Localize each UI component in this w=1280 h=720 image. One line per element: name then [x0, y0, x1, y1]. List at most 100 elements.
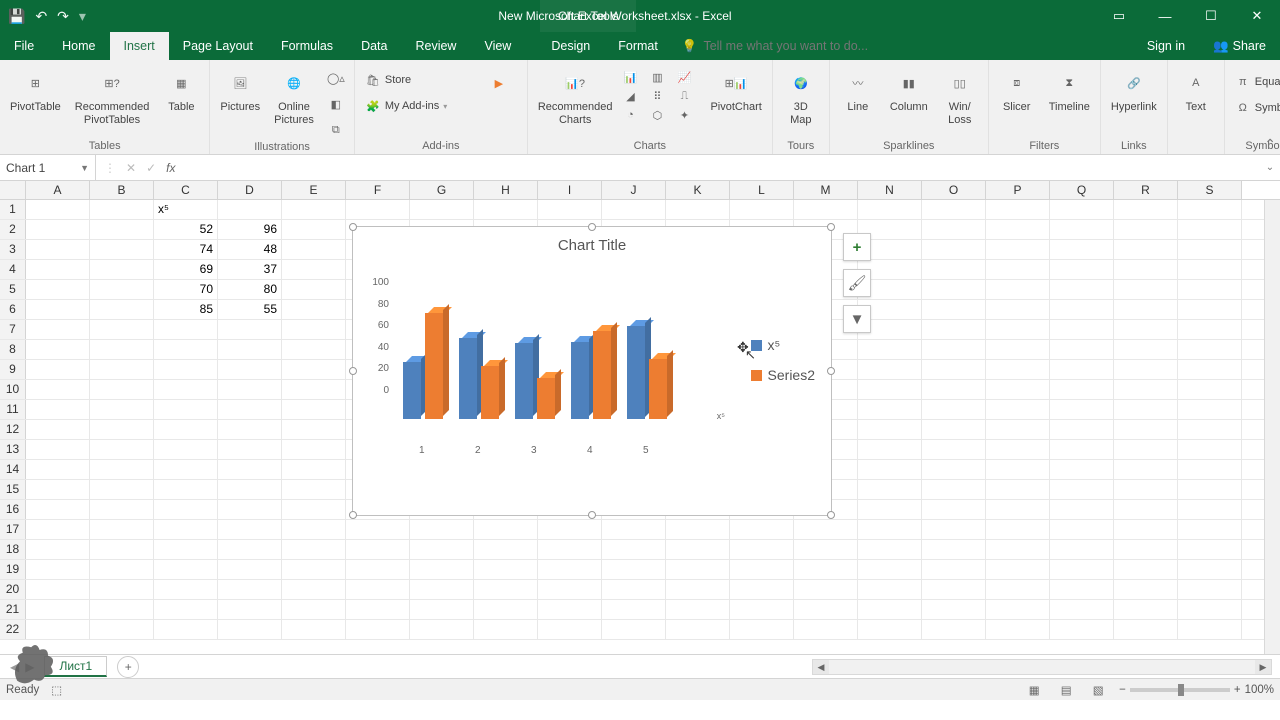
cell[interactable] [986, 540, 1050, 559]
cell[interactable] [346, 560, 410, 579]
column-header[interactable]: D [218, 181, 282, 199]
page-layout-view-icon[interactable]: ▤ [1055, 681, 1077, 699]
zoom-out-icon[interactable]: − [1119, 684, 1126, 696]
recommended-pivottables-button[interactable]: ⊞?Recommended PivotTables [71, 65, 154, 128]
normal-view-icon[interactable]: ▦ [1023, 681, 1045, 699]
cell[interactable] [1114, 280, 1178, 299]
pivotchart-button[interactable]: ⊞📊PivotChart [706, 65, 765, 116]
cell[interactable] [90, 480, 154, 499]
cell[interactable] [986, 360, 1050, 379]
cell[interactable] [986, 200, 1050, 219]
cell[interactable] [1178, 400, 1242, 419]
cell[interactable] [730, 540, 794, 559]
column-header[interactable]: O [922, 181, 986, 199]
chart-bar[interactable] [459, 338, 477, 419]
slicer-button[interactable]: ⧈Slicer [995, 65, 1039, 116]
tab-format[interactable]: Format [604, 32, 672, 60]
cell[interactable] [730, 520, 794, 539]
cell[interactable] [26, 580, 90, 599]
cell[interactable] [474, 200, 538, 219]
shapes-button[interactable]: ◯▵ [324, 67, 348, 89]
column-header[interactable]: G [410, 181, 474, 199]
redo-icon[interactable]: ↷ [57, 8, 69, 25]
cell[interactable] [90, 620, 154, 639]
cell[interactable] [1114, 340, 1178, 359]
cell[interactable] [218, 360, 282, 379]
chart-bar[interactable] [627, 326, 645, 420]
column-chart-icon[interactable]: 📊 [622, 69, 638, 85]
timeline-button[interactable]: ⧗Timeline [1045, 65, 1094, 116]
cell[interactable] [346, 200, 410, 219]
cell[interactable] [282, 580, 346, 599]
cell[interactable] [1050, 300, 1114, 319]
zoom-level[interactable]: 100% [1245, 684, 1274, 696]
cell[interactable] [90, 200, 154, 219]
cell[interactable] [986, 300, 1050, 319]
cell[interactable] [922, 240, 986, 259]
cell[interactable] [26, 280, 90, 299]
cell[interactable] [282, 400, 346, 419]
cell[interactable] [90, 220, 154, 239]
cell[interactable] [858, 600, 922, 619]
cell[interactable] [346, 620, 410, 639]
cell[interactable] [1050, 320, 1114, 339]
cell[interactable] [922, 560, 986, 579]
row-header[interactable]: 3 [0, 240, 26, 259]
cell[interactable] [1050, 420, 1114, 439]
cell[interactable] [282, 220, 346, 239]
expand-formula-bar-icon[interactable]: ⌄ [1260, 162, 1280, 173]
cell[interactable] [26, 560, 90, 579]
cell[interactable] [282, 500, 346, 519]
table-button[interactable]: ▦Table [159, 65, 203, 116]
cell[interactable] [26, 380, 90, 399]
chart-elements-button[interactable]: + [843, 233, 871, 261]
cell[interactable] [90, 360, 154, 379]
smartart-button[interactable]: ◧ [324, 93, 348, 115]
cell[interactable] [90, 580, 154, 599]
cell[interactable] [666, 620, 730, 639]
cell[interactable] [986, 240, 1050, 259]
cell[interactable] [986, 500, 1050, 519]
cell[interactable] [730, 560, 794, 579]
cell[interactable] [90, 300, 154, 319]
cell[interactable] [26, 520, 90, 539]
cell[interactable] [666, 200, 730, 219]
minimize-icon[interactable]: — [1142, 0, 1188, 32]
chart-bar[interactable] [515, 343, 533, 419]
cell[interactable] [218, 580, 282, 599]
cell[interactable] [1178, 580, 1242, 599]
store-button[interactable]: 🛍Store [361, 69, 471, 91]
cell[interactable] [922, 220, 986, 239]
chart-bar[interactable] [571, 342, 589, 419]
cell[interactable] [282, 240, 346, 259]
save-icon[interactable]: 💾 [8, 8, 25, 25]
cell[interactable] [1050, 600, 1114, 619]
cell[interactable] [666, 520, 730, 539]
cell[interactable] [218, 400, 282, 419]
cell[interactable] [538, 540, 602, 559]
cell[interactable] [858, 440, 922, 459]
row-header[interactable]: 7 [0, 320, 26, 339]
horizontal-scrollbar[interactable]: ◀▶ [812, 659, 1272, 675]
cell[interactable] [986, 620, 1050, 639]
cell[interactable] [1178, 380, 1242, 399]
cell[interactable] [154, 580, 218, 599]
ribbon-options-icon[interactable]: ▭ [1096, 0, 1142, 32]
cell[interactable] [1178, 220, 1242, 239]
cell[interactable] [346, 600, 410, 619]
tab-data[interactable]: Data [347, 32, 401, 60]
cell[interactable] [1050, 460, 1114, 479]
cell[interactable] [538, 520, 602, 539]
cell[interactable] [922, 480, 986, 499]
cell[interactable] [986, 260, 1050, 279]
cell[interactable] [986, 420, 1050, 439]
column-header[interactable]: C [154, 181, 218, 199]
resize-handle[interactable] [349, 223, 357, 231]
cell[interactable] [1114, 380, 1178, 399]
column-header[interactable]: B [90, 181, 154, 199]
cell[interactable] [1050, 400, 1114, 419]
cell[interactable] [154, 460, 218, 479]
cell[interactable] [26, 460, 90, 479]
add-sheet-button[interactable]: + [117, 656, 139, 678]
symbol-button[interactable]: ΩSymbol [1231, 97, 1280, 119]
